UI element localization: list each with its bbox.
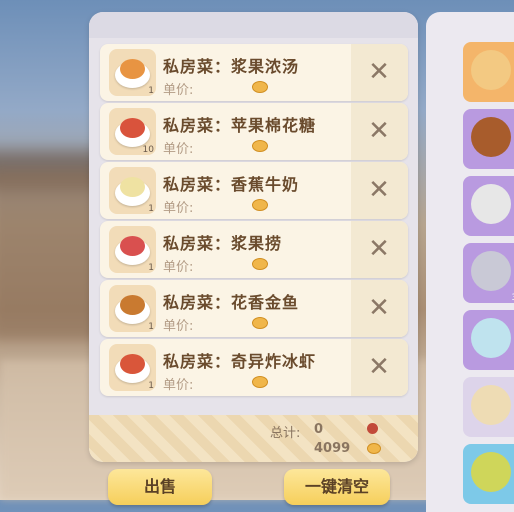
dish-name: 私房菜：苹果棉花糖 (163, 116, 317, 135)
dish-thumbnail: 1 (109, 167, 156, 214)
coin-icon (252, 317, 268, 329)
price-label: 单价: (163, 319, 194, 334)
list-item[interactable]: 1 私房菜：香蕉牛奶 单价: ✕ (100, 162, 408, 219)
background-house (0, 170, 100, 340)
inventory-slot[interactable]: 2 (463, 310, 514, 370)
ore-icon (471, 251, 511, 291)
total-gem-value: 0 (314, 422, 324, 437)
inventory-slot[interactable] (463, 444, 514, 504)
price-label: 单价: (163, 83, 194, 98)
dish-list: 1 私房菜：浆果浓汤 单价: ✕ 10 私房菜：苹果棉花糖 单价: ✕ 1 私房… (100, 44, 408, 398)
inventory-panel: 35 2 1 (426, 12, 514, 512)
dish-thumbnail: 10 (109, 108, 156, 155)
inventory-slot[interactable]: 35 (463, 243, 514, 303)
inventory-slot[interactable] (463, 109, 514, 169)
coin-icon (252, 199, 268, 211)
price-label: 单价: (163, 142, 194, 157)
coin-icon (252, 140, 268, 152)
food-icon (120, 295, 145, 315)
machine-icon (471, 184, 511, 224)
inventory-slot[interactable]: 1 (463, 377, 514, 437)
inventory-slot[interactable] (463, 42, 514, 102)
food-icon (120, 236, 145, 256)
gem-icon (367, 423, 378, 434)
coin-icon (252, 258, 268, 270)
coin-icon (367, 443, 381, 454)
price-label: 单价: (163, 201, 194, 216)
dish-name: 私房菜：奇异炸冰虾 (163, 352, 317, 371)
price-label: 单价: (163, 260, 194, 275)
list-item[interactable]: 1 私房菜：奇异炸冰虾 单价: ✕ (100, 339, 408, 396)
food-icon (120, 177, 145, 197)
dish-name: 私房菜：浆果捞 (163, 234, 283, 253)
remove-item-button[interactable]: ✕ (368, 353, 390, 381)
panel-header (89, 12, 418, 38)
coin-icon (252, 376, 268, 388)
remove-item-button[interactable]: ✕ (368, 294, 390, 322)
food-icon (120, 59, 145, 79)
remove-item-button[interactable]: ✕ (368, 235, 390, 263)
dish-quantity: 10 (142, 145, 154, 155)
list-item[interactable]: 1 私房菜：花香金鱼 单价: ✕ (100, 280, 408, 337)
list-item[interactable]: 1 私房菜：浆果捞 单价: ✕ (100, 221, 408, 278)
total-label: 总计: (270, 426, 301, 441)
bun-icon (471, 385, 511, 425)
dish-name: 私房菜：香蕉牛奶 (163, 175, 300, 194)
dish-name: 私房菜：浆果浓汤 (163, 57, 300, 76)
list-item[interactable]: 1 私房菜：浆果浓汤 单价: ✕ (100, 44, 408, 101)
dish-quantity: 1 (148, 263, 154, 273)
total-coin-value: 4099 (314, 441, 351, 456)
total-summary: 总计: 0 4099 (89, 415, 418, 462)
dish-quantity: 1 (148, 204, 154, 214)
dish-thumbnail: 1 (109, 285, 156, 332)
food-icon (120, 118, 145, 138)
remove-item-button[interactable]: ✕ (368, 176, 390, 204)
sell-list-panel: 1 私房菜：浆果浓汤 单价: ✕ 10 私房菜：苹果棉花糖 单价: ✕ 1 私房… (89, 12, 418, 462)
dish-quantity: 1 (148, 381, 154, 391)
dish-thumbnail: 1 (109, 226, 156, 273)
price-label: 单价: (163, 378, 194, 393)
dish-quantity: 1 (148, 86, 154, 96)
list-item[interactable]: 10 私房菜：苹果棉花糖 单价: ✕ (100, 103, 408, 160)
bear-toy-icon (471, 318, 511, 358)
remove-item-button[interactable]: ✕ (368, 117, 390, 145)
dish-thumbnail: 1 (109, 49, 156, 96)
coin-icon (252, 81, 268, 93)
remove-item-button[interactable]: ✕ (368, 58, 390, 86)
inventory-slot[interactable] (463, 176, 514, 236)
fruit-icon (471, 452, 511, 492)
food-icon (120, 354, 145, 374)
dish-name: 私房菜：花香金鱼 (163, 293, 300, 312)
dish-quantity: 1 (148, 322, 154, 332)
dish-icon (471, 50, 511, 90)
dish-thumbnail: 1 (109, 344, 156, 391)
dish-icon (471, 117, 511, 157)
